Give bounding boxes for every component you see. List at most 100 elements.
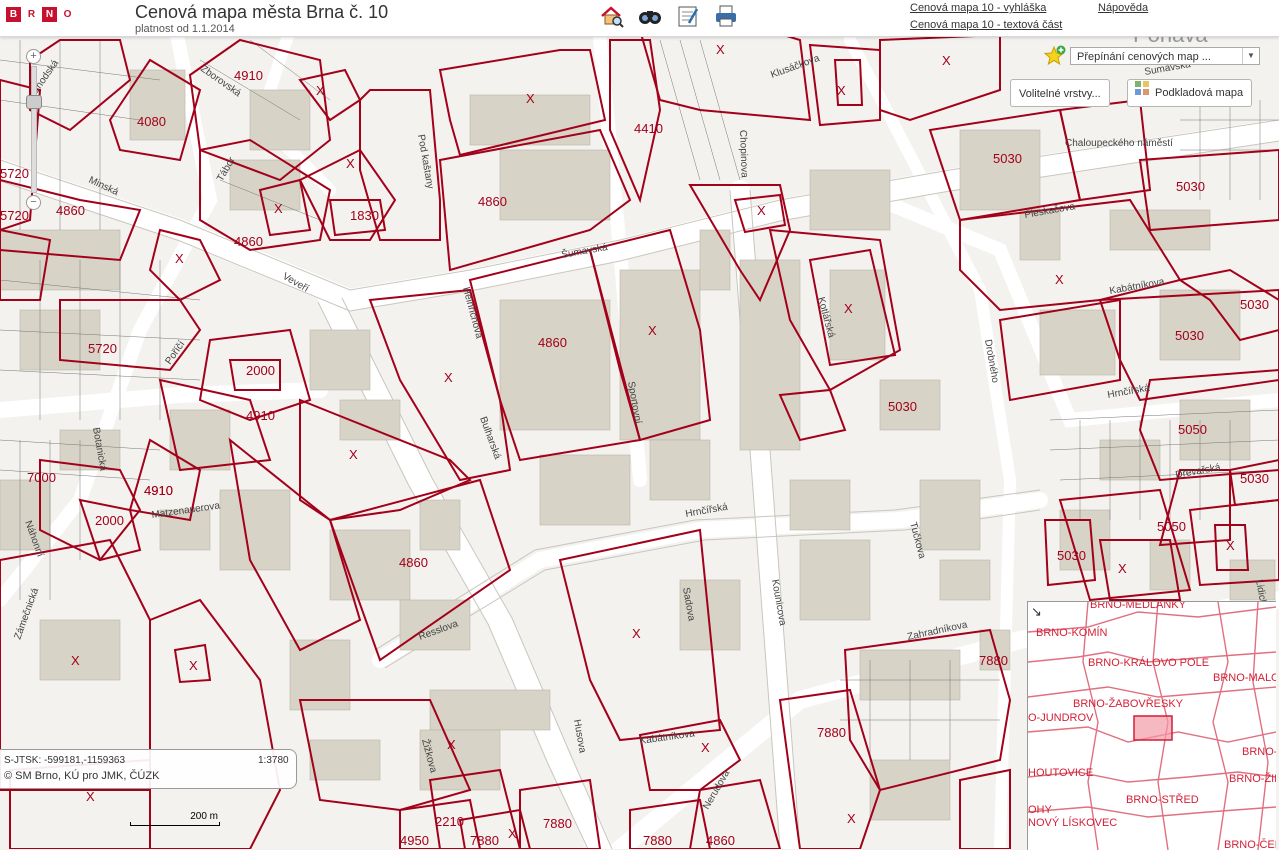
price-label: 4860 [399,555,428,570]
svg-text:X: X [274,201,283,216]
price-label: 7880 [470,833,499,848]
price-label: 4080 [137,114,166,129]
overview-district-label: BRNO-V [1242,746,1276,758]
overview-canvas[interactable]: BRNO-MEDLÁNKY BRNO-KOMÍN BRNO-KRÁLOVO PO… [1028,602,1276,850]
price-label: 5030 [1240,297,1269,312]
overview-district-label: BRNO-ŽID [1229,772,1276,785]
svg-text:X: X [701,740,710,755]
price-label: 4910 [234,68,263,83]
price-label: 2210 [435,814,464,829]
price-label: 5030 [888,399,917,414]
price-label: 7880 [643,833,672,848]
chevron-down-icon[interactable]: ▼ [1242,48,1259,64]
price-label: 1830 [350,208,379,223]
price-label: 4410 [634,121,663,136]
title-block: Cenová mapa města Brna č. 10 platnost od… [135,1,388,35]
base-map-button[interactable]: Podkladová mapa [1127,79,1253,107]
page-title: Cenová mapa města Brna č. 10 [135,2,389,22]
overview-district-label: BRNO-KRÁLOVO POLE [1088,656,1209,669]
price-label: 5720 [88,341,117,356]
collapse-arrow-icon[interactable]: ↘ [1031,605,1045,619]
decree-link[interactable]: Cenová mapa 10 - vyhláška [910,0,1062,17]
attribution: © SM Brno, KÚ pro JMK, ČÚZK [4,770,160,782]
scale-bar-line [130,822,220,826]
price-label: 4860 [538,335,567,350]
app-header: B R N O Cenová mapa města Brna č. 10 pla… [0,0,1279,37]
overview-district-label: HOUTOVICE [1028,767,1093,779]
price-label: 5030 [1057,548,1086,563]
price-map-switcher: Přepínání cenových map ... ▼ [1043,45,1260,67]
notepad-icon[interactable] [674,2,702,30]
overview-district-label: BRNO-MEDLÁNKY [1090,602,1187,611]
overview-district-label: BRNO-KOMÍN [1036,626,1108,639]
price-label: 7880 [817,725,846,740]
zoom-track[interactable] [31,66,37,193]
overview-district-label: BRNO-ŽABOVŘESKY [1073,697,1184,710]
optional-layers-button[interactable]: Volitelné vrstvy... [1010,79,1110,107]
price-map-select[interactable]: Přepínání cenových map ... ▼ [1070,47,1260,65]
home-search-icon[interactable] [598,2,626,30]
toolbar [598,2,740,30]
favorite-add-icon[interactable] [1043,45,1066,67]
svg-text:X: X [847,811,856,826]
overview-district-label: OHY [1028,804,1053,816]
price-label: 4910 [144,483,173,498]
overview-district-label: O-JUNDROV [1028,712,1094,724]
price-label: 2000 [246,363,275,378]
binoculars-icon[interactable] [636,2,664,30]
svg-text:X: X [444,370,453,385]
svg-text:X: X [508,826,517,841]
price-label: 4860 [706,833,735,848]
svg-text:X: X [175,251,184,266]
svg-text:X: X [757,203,766,218]
overview-district-label: NOVÝ LÍSKOVEC [1028,816,1117,829]
overview-district-label: BRNO-STŘED [1126,793,1199,806]
overview-map[interactable]: BRNO-MEDLÁNKY BRNO-KOMÍN BRNO-KRÁLOVO PO… [1027,601,1276,850]
scale-bar-label: 200 m [190,811,218,822]
svg-text:X: X [86,789,95,804]
price-label: 4860 [56,203,85,218]
document-links: Cenová mapa 10 - vyhláška Cenová mapa 10… [910,0,1062,34]
svg-text:X: X [526,91,535,106]
help-links: Nápověda [1098,0,1148,17]
logo-letter: N [42,7,57,22]
cursor-coordinates: S-JTSK: -599181,-1159363 [4,755,126,766]
svg-text:X: X [648,323,657,338]
place-label: Chaloupeckého náměstí [1065,138,1173,149]
printer-icon[interactable] [712,2,740,30]
price-label: 5030 [993,151,1022,166]
help-link[interactable]: Nápověda [1098,0,1148,17]
zoom-handle[interactable] [26,95,42,109]
price-label: 7000 [27,470,56,485]
brno-logo[interactable]: B R N O [6,7,75,22]
overview-district-label: BRNO-MALOM [1213,672,1276,684]
svg-text:X: X [71,653,80,668]
price-label: 4860 [478,194,507,209]
base-map-icon [1134,79,1150,107]
svg-text:X: X [716,42,725,57]
base-map-button-label: Podkladová mapa [1155,87,1244,99]
zoom-slider[interactable]: + − [24,46,42,211]
svg-text:X: X [942,53,951,68]
svg-text:X: X [632,626,641,641]
zoom-out-button[interactable]: − [26,195,41,210]
price-label: 5030 [1240,471,1269,486]
svg-text:X: X [349,447,358,462]
zoom-in-button[interactable]: + [26,49,41,64]
svg-text:X: X [844,301,853,316]
svg-text:X: X [1055,272,1064,287]
text-part-link[interactable]: Cenová mapa 10 - textová část [910,17,1062,34]
page-subtitle: platnost od 1.1.2014 [135,23,235,35]
svg-text:X: X [447,737,456,752]
price-label: 5050 [1178,422,1207,437]
overview-district-label: BRNO-ČER [1224,838,1276,850]
scale-bar: 200 m [130,811,220,826]
logo-letter: O [60,7,75,22]
price-label: 7880 [979,653,1008,668]
price-label: 2000 [95,513,124,528]
svg-text:X: X [189,658,198,673]
overview-viewport-box[interactable] [1133,715,1173,741]
svg-text:X: X [1226,538,1235,553]
svg-text:X: X [837,83,846,98]
price-label: 4910 [246,408,275,423]
